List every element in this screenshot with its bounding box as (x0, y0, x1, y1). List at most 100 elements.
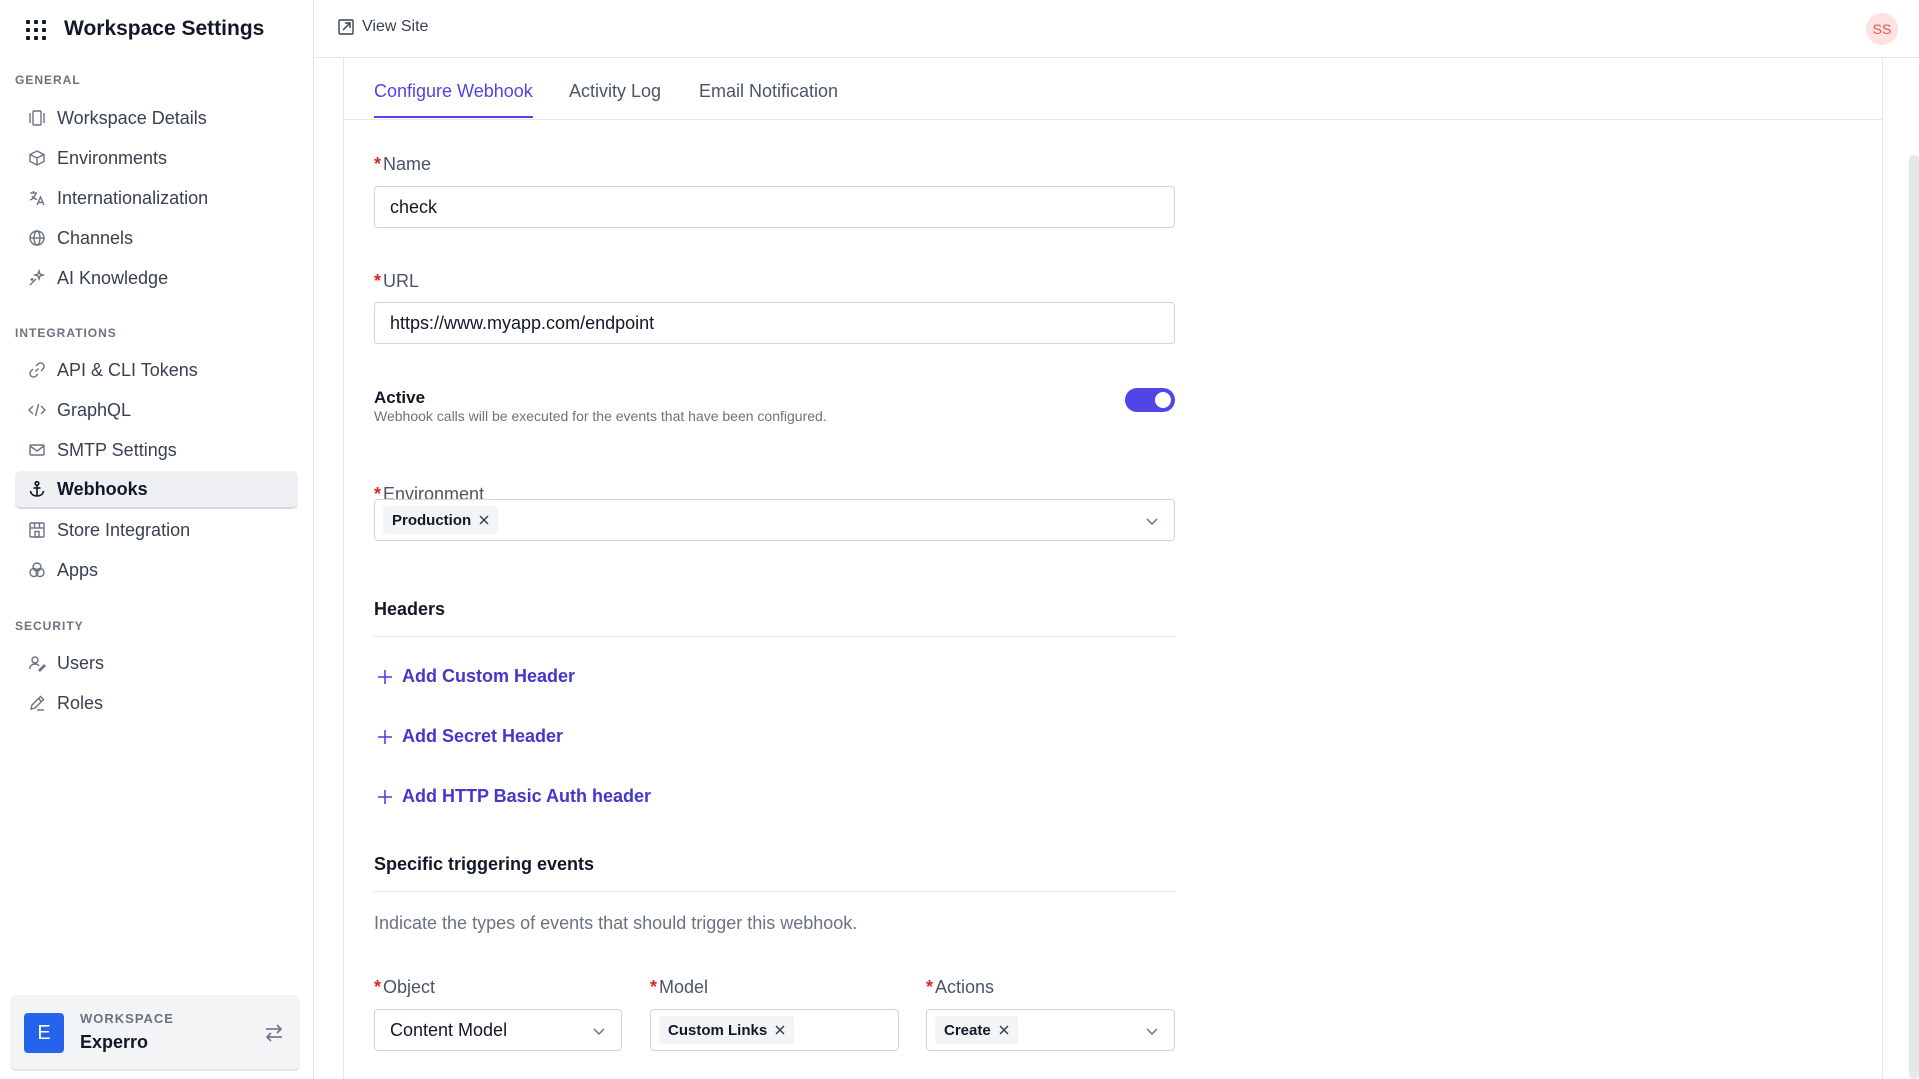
topbar: View Site SS (314, 0, 1919, 58)
workspace-name: Experro (80, 1032, 149, 1052)
code-icon (25, 398, 49, 422)
actions-chip: Create (935, 1016, 1018, 1044)
environment-chip: Production (383, 506, 499, 534)
page-scrollbar[interactable] (1909, 155, 1919, 1079)
globe-icon (25, 226, 49, 250)
sidebar-item-label: Apps (57, 559, 99, 580)
sidebar: Workspace Settings GENERAL Workspace Det… (0, 0, 314, 1079)
switch-arrows-icon[interactable] (262, 1021, 286, 1045)
translate-icon (25, 186, 49, 210)
sparkle-icon (25, 266, 49, 290)
headers-divider (374, 636, 1175, 637)
sidebar-header: Workspace Settings (0, 0, 314, 60)
environment-select[interactable]: Production (374, 499, 1175, 541)
sidebar-item-store-integration[interactable]: Store Integration (15, 511, 298, 549)
sidebar-item-webhooks[interactable]: Webhooks (15, 471, 298, 509)
sidebar-item-apps[interactable]: Apps (15, 551, 298, 589)
plus-icon (376, 728, 394, 746)
required-mark: * (650, 977, 658, 997)
sidebar-item-ai-knowledge[interactable]: AI Knowledge (15, 259, 298, 297)
remove-chip-icon[interactable] (478, 514, 490, 526)
name-label: * Name (374, 154, 432, 174)
add-custom-header-button[interactable]: Add Custom Header (376, 666, 575, 687)
remove-chip-icon[interactable] (998, 1024, 1010, 1036)
model-select[interactable]: Custom Links (650, 1009, 899, 1051)
webhook-panel: Configure Webhook Activity Log Email Not… (343, 58, 1883, 1079)
sidebar-title: Workspace Settings (64, 17, 265, 40)
name-input[interactable] (374, 186, 1175, 228)
tab-bar: Configure Webhook Activity Log Email Not… (344, 58, 1882, 120)
link-icon (25, 358, 49, 382)
sidebar-item-label: Store Integration (57, 519, 191, 540)
section-security: SECURITY (15, 619, 84, 633)
tab-activity-log[interactable]: Activity Log (569, 81, 661, 116)
user-avatar[interactable]: SS (1866, 13, 1898, 45)
view-site-link[interactable]: View Site (336, 17, 428, 37)
tab-configure-webhook[interactable]: Configure Webhook (374, 81, 533, 118)
add-basic-auth-header-button[interactable]: Add HTTP Basic Auth header (376, 786, 651, 807)
workspace-avatar: E (24, 1013, 64, 1053)
headers-title: Headers (374, 599, 446, 619)
add-secret-header-button[interactable]: Add Secret Header (376, 726, 563, 747)
model-chip: Custom Links (659, 1016, 795, 1044)
section-general: GENERAL (15, 73, 81, 87)
sidebar-item-smtp-settings[interactable]: SMTP Settings (15, 431, 298, 469)
cube-icon (25, 146, 49, 170)
url-label: * URL (374, 271, 420, 291)
store-icon (25, 518, 49, 542)
active-description: Webhook calls will be executed for the e… (374, 408, 827, 424)
sidebar-item-label: Internationalization (57, 187, 209, 208)
pen-icon (25, 691, 49, 715)
required-mark: * (374, 271, 382, 291)
actions-select[interactable]: Create (926, 1009, 1175, 1051)
model-label: * Model (650, 977, 709, 997)
mail-icon (25, 438, 49, 462)
sidebar-item-environments[interactable]: Environments (15, 139, 298, 177)
plus-icon (376, 788, 394, 806)
sidebar-item-label: Workspace Details (57, 107, 207, 128)
sidebar-item-workspace-details[interactable]: Workspace Details (15, 99, 298, 137)
remove-chip-icon[interactable] (774, 1024, 786, 1036)
chevron-down-icon (1144, 513, 1160, 529)
url-input[interactable] (374, 302, 1175, 344)
plus-icon (376, 668, 394, 686)
active-toggle[interactable] (1125, 388, 1175, 412)
sidebar-item-internationalization[interactable]: Internationalization (15, 179, 298, 217)
tab-email-notification[interactable]: Email Notification (699, 81, 838, 116)
required-mark: * (926, 977, 934, 997)
users-icon (25, 651, 49, 675)
section-integrations: INTEGRATIONS (15, 326, 117, 340)
app-grid-icon[interactable] (26, 20, 46, 40)
workspace-switcher[interactable]: E WORKSPACE Experro (10, 995, 300, 1071)
sidebar-item-label: Webhooks (57, 478, 148, 499)
sidebar-item-channels[interactable]: Channels (15, 219, 298, 257)
workspace-label: WORKSPACE (80, 1011, 174, 1026)
chevron-down-icon (591, 1023, 607, 1039)
actions-label: * Actions (926, 977, 995, 997)
external-link-icon (336, 17, 356, 37)
required-mark: * (374, 977, 382, 997)
sidebar-item-label: API & CLI Tokens (57, 359, 198, 380)
sidebar-item-roles[interactable]: Roles (15, 684, 298, 722)
sidebar-item-label: Roles (57, 692, 104, 713)
panels-icon (25, 106, 49, 130)
sidebar-item-label: Users (57, 652, 105, 673)
sidebar-item-label: Channels (57, 227, 134, 248)
object-select[interactable]: Content Model (374, 1009, 622, 1051)
view-site-label: View Site (362, 18, 429, 35)
sidebar-item-users[interactable]: Users (15, 644, 298, 682)
events-title: Specific triggering events (374, 854, 595, 874)
apps-icon (25, 558, 49, 582)
sidebar-item-label: SMTP Settings (57, 439, 177, 460)
sidebar-item-label: Environments (57, 147, 168, 168)
events-hint: Indicate the types of events that should… (374, 913, 858, 933)
sidebar-item-api-cli-tokens[interactable]: API & CLI Tokens (15, 351, 298, 389)
object-value: Content Model (390, 1019, 508, 1040)
sidebar-item-label: AI Knowledge (57, 267, 169, 288)
required-mark: * (374, 154, 382, 174)
object-label: * Object (374, 977, 436, 997)
sidebar-item-label: GraphQL (57, 399, 132, 420)
sidebar-item-graphql[interactable]: GraphQL (15, 391, 298, 429)
chevron-down-icon (1144, 1023, 1160, 1039)
toggle-knob (1155, 392, 1171, 408)
